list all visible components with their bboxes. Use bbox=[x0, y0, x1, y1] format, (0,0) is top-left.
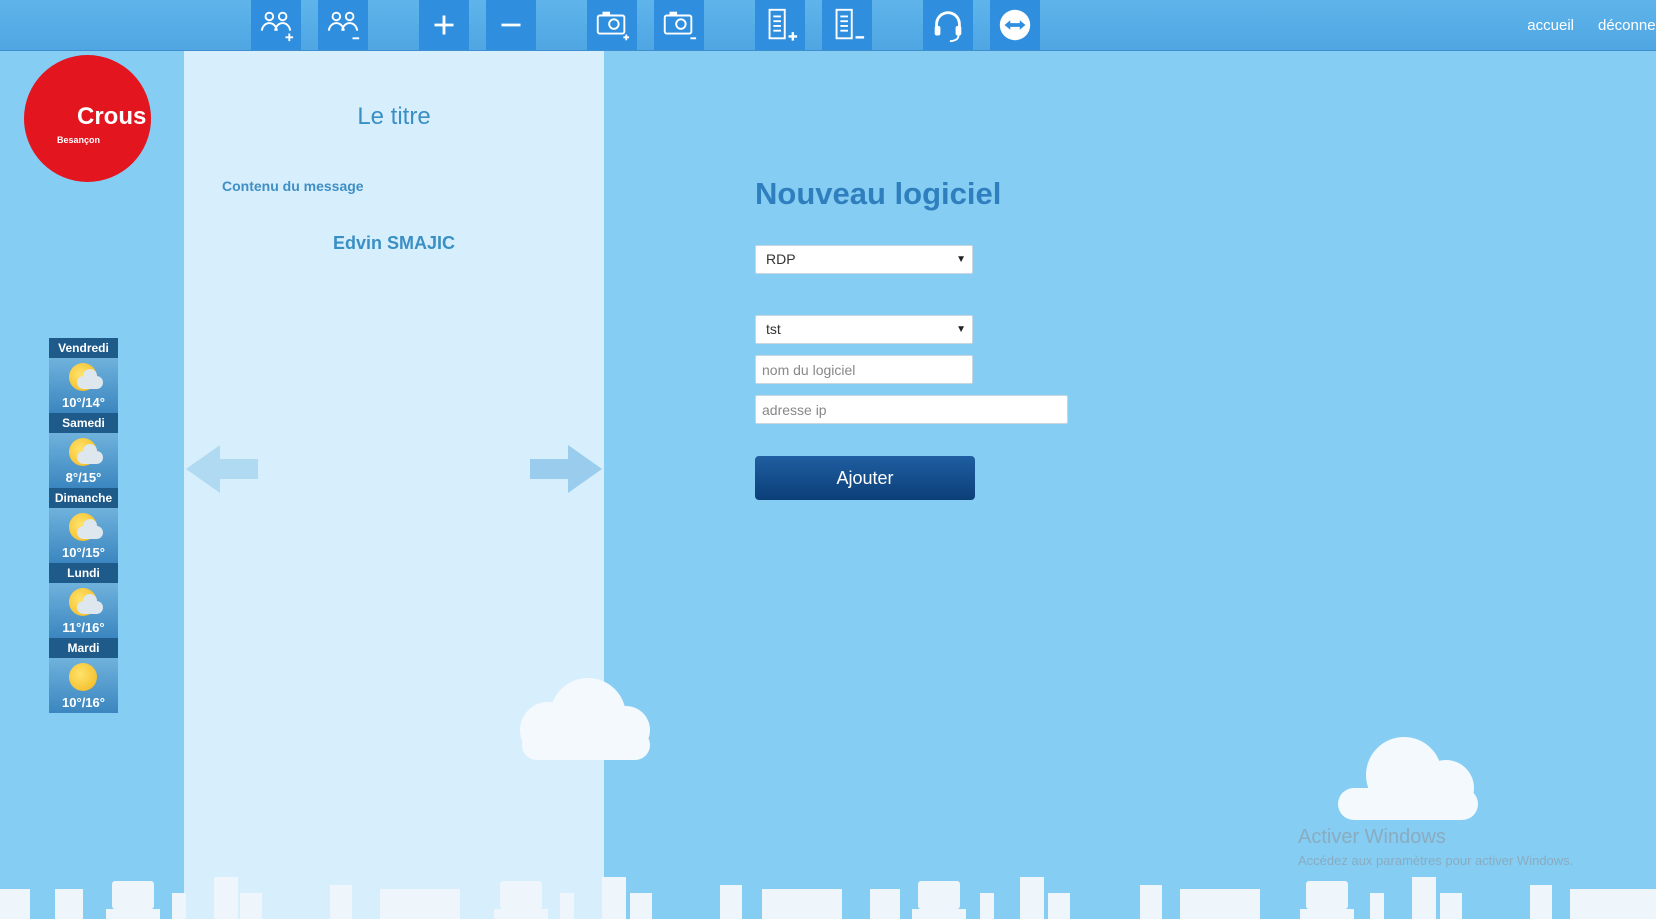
chevron-down-icon: ▼ bbox=[956, 254, 966, 265]
previous-arrow-icon[interactable] bbox=[184, 443, 260, 495]
weather-day-name: Mardi bbox=[49, 638, 118, 658]
chevron-down-icon: ▼ bbox=[956, 324, 966, 335]
software-name-input[interactable] bbox=[755, 355, 973, 384]
group-select[interactable]: tst ▼ bbox=[755, 315, 973, 344]
message-author: Edvin SMAJIC bbox=[332, 233, 456, 253]
protocol-select[interactable]: RDP ▼ bbox=[755, 245, 973, 274]
protocol-select-value: RDP bbox=[766, 251, 796, 267]
form-title: Nouveau logiciel bbox=[755, 176, 1002, 211]
weather-day: Lundi 11°/16° bbox=[49, 563, 118, 638]
weather-widget: Vendredi 10°/14° Samedi 8°/15° Dimanche … bbox=[49, 338, 118, 713]
weather-temp: 10°/14° bbox=[62, 395, 105, 410]
windows-activation-text: Accédez aux paramètres pour activer Wind… bbox=[1298, 853, 1574, 868]
weather-day: Dimanche 10°/15° bbox=[49, 488, 118, 563]
remove-group-icon[interactable] bbox=[318, 0, 368, 50]
add-group-icon[interactable] bbox=[251, 0, 301, 50]
weather-temp: 11°/16° bbox=[62, 620, 105, 635]
camera-remove-icon[interactable] bbox=[654, 0, 704, 50]
add-button[interactable]: Ajouter bbox=[755, 456, 975, 500]
weather-temp: 8°/15° bbox=[65, 470, 102, 485]
cloud-icon bbox=[520, 678, 650, 760]
weather-temp: 10°/15° bbox=[62, 545, 105, 560]
camera-add-icon[interactable] bbox=[587, 0, 637, 50]
list-add-icon[interactable] bbox=[755, 0, 805, 50]
weather-day-name: Vendredi bbox=[49, 338, 118, 358]
weather-day: Mardi 10°/16° bbox=[49, 638, 118, 713]
headset-icon[interactable] bbox=[923, 0, 973, 50]
ip-address-input[interactable] bbox=[755, 395, 1068, 424]
next-arrow-icon[interactable] bbox=[528, 443, 604, 495]
weather-day-name: Samedi bbox=[49, 413, 118, 433]
message-panel: Le titre Contenu du message Edvin SMAJIC bbox=[184, 51, 604, 919]
minus-icon[interactable] bbox=[486, 0, 536, 50]
message-body: Contenu du message bbox=[222, 178, 364, 194]
weather-day-name: Dimanche bbox=[49, 488, 118, 508]
weather-temp: 10°/16° bbox=[62, 695, 105, 710]
weather-day: Samedi 8°/15° bbox=[49, 413, 118, 488]
top-nav: accueil déconnexion bbox=[1503, 0, 1656, 50]
logo-city: Besançon bbox=[57, 135, 101, 145]
logo-name: Crous bbox=[77, 103, 147, 130]
home-link[interactable]: accueil bbox=[1527, 17, 1574, 34]
weather-day-name: Lundi bbox=[49, 563, 118, 583]
message-title: Le titre bbox=[357, 103, 431, 130]
windows-activation-title: Activer Windows bbox=[1298, 826, 1446, 848]
sunny-icon bbox=[69, 663, 97, 691]
logout-link[interactable]: déconnexion bbox=[1598, 17, 1656, 34]
group-select-value: tst bbox=[766, 321, 781, 337]
weather-day: Vendredi 10°/14° bbox=[49, 338, 118, 413]
crous-logo[interactable]: Crous Besançon bbox=[24, 55, 151, 182]
top-toolbar: accueil déconnexion bbox=[0, 0, 1656, 51]
plus-icon[interactable] bbox=[419, 0, 469, 50]
list-remove-icon[interactable] bbox=[822, 0, 872, 50]
cloud-icon bbox=[1338, 737, 1478, 820]
city-skyline-decoration bbox=[0, 877, 1656, 919]
teamviewer-icon[interactable] bbox=[990, 0, 1040, 50]
